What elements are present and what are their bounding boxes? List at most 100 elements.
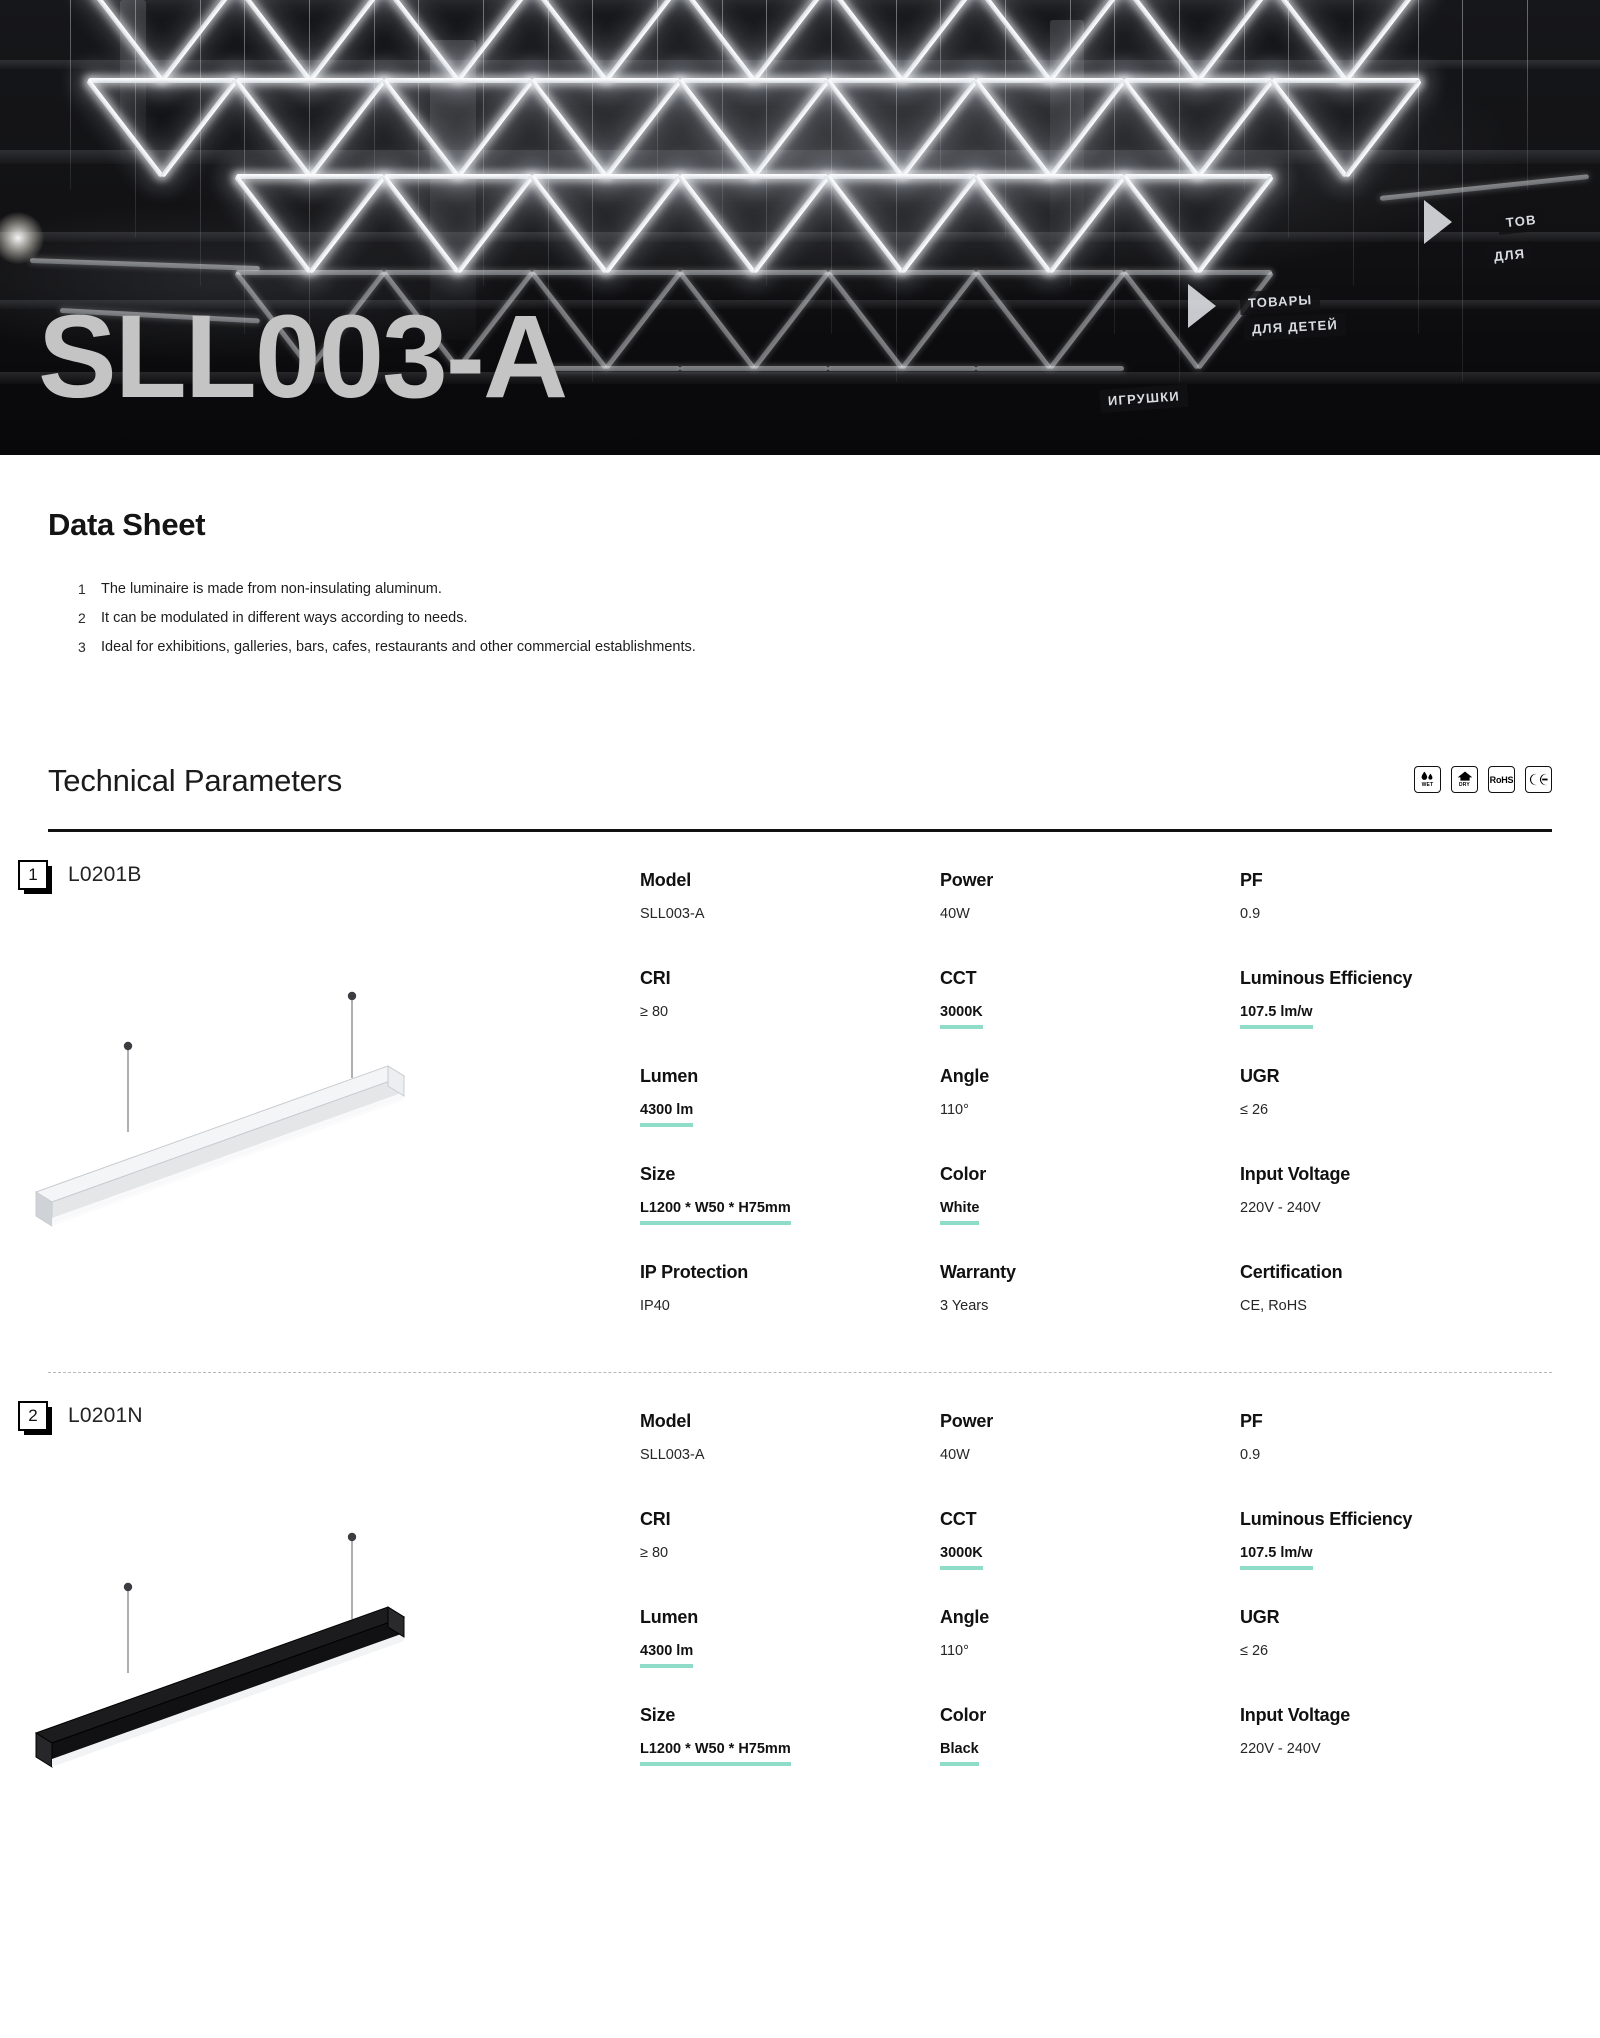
spec-label: Size [640,1705,676,1725]
spec-cell-warranty: Warranty 3 Years [940,1262,1240,1332]
suspension-wire [1527,0,1528,190]
spec-label: Model [640,870,691,890]
data-sheet-section: Data Sheet 1 The luminaire is made from … [0,455,1600,655]
suspension-wire [1353,0,1354,286]
technical-parameters-header: Technical Parameters WET DRY RoHS [48,763,1552,799]
spec-value: ≤ 26 [1240,1643,1269,1659]
spec-label: Power [940,1411,994,1431]
linear-light-tube [1124,174,1272,179]
data-sheet-point-number: 3 [78,639,86,655]
spec-label: Color [940,1705,986,1725]
datasheet-page: ТОВАРЫ ДЛЯ ДЕТЕЙ ИГРУШКИ ТОВ ДЛЯ SLL003-A Da… [0,0,1600,2038]
data-sheet-heading: Data Sheet [48,507,206,542]
linear-light-tube [828,366,976,371]
suspension-wire [200,0,201,286]
spec-label: Lumen [640,1066,699,1086]
spec-label: CRI [640,1509,671,1529]
product-block: 1 L0201B Model SLL003-A Power 40W PF 0.9… [0,832,1600,1332]
linear-light-tube [384,270,532,275]
linear-light-tube [828,270,976,275]
spec-value: 3000K [940,1004,983,1029]
spec-label: CCT [940,1509,977,1529]
spec-cell-luminous-efficiency: Luminous Efficiency 107.5 lm/w [1240,1509,1600,1579]
spec-label: PF [1240,1411,1263,1431]
spec-cell-ugr: UGR ≤ 26 [1240,1066,1600,1136]
sign-arrow-icon [1424,200,1452,244]
product-image-wrap [0,1441,640,1771]
rohs-badge: RoHS [1488,766,1515,793]
spec-cell-ip-protection: IP Protection IP40 [640,1262,940,1332]
suspension-wire [135,0,136,238]
spec-value: SLL003-A [640,1447,705,1463]
product-image-black-linear-pendant [34,1532,406,1768]
product-code: L0201B [68,863,142,886]
spec-label: Luminous Efficiency [1240,1509,1413,1529]
spec-label: Lumen [640,1607,699,1627]
suspension-wire [1418,0,1419,334]
spec-label: PF [1240,870,1263,890]
certification-badges: WET DRY RoHS [1414,766,1552,799]
spec-cell-power: Power 40W [940,870,1240,940]
product-index-number: 1 [18,860,48,890]
linear-light-tube [680,366,828,371]
product-spec-column: Model SLL003-A Power 40W PF 0.9 CRI ≥ 80… [640,1401,1600,1775]
spec-cell-certification: Certification CE, RoHS [1240,1262,1600,1332]
spec-cell-pf: PF 0.9 [1240,870,1600,940]
product-index-badge: 2 [18,1401,52,1435]
data-sheet-point: 1 The luminaire is made from non-insulat… [48,581,1600,597]
product-index-badge: 1 [18,860,52,894]
spec-grid: Model SLL003-A Power 40W PF 0.9 CRI ≥ 80… [640,1411,1600,1775]
page-title: SLL003-A [38,291,568,423]
product-spec-column: Model SLL003-A Power 40W PF 0.9 CRI ≥ 80… [640,860,1600,1332]
linear-light-tube [236,174,384,179]
linear-light-tube [384,78,532,83]
spec-label: Model [640,1411,691,1431]
spec-cell-size: Size L1200 * W50 * H75mm [640,1164,940,1234]
linear-light-tube [976,78,1124,83]
ceiling-beam [0,232,1600,242]
product-visual-column: 2 L0201N [0,1401,640,1775]
spec-cell-model: Model SLL003-A [640,870,940,940]
spec-label: Input Voltage [1240,1164,1351,1184]
product-image-white-linear-pendant [34,991,406,1227]
spec-cell-input-voltage: Input Voltage 220V - 240V [1240,1164,1600,1234]
hero-banner: ТОВАРЫ ДЛЯ ДЕТЕЙ ИГРУШКИ ТОВ ДЛЯ SLL003-A [0,0,1600,455]
spec-label: Certification [1240,1262,1343,1282]
linear-light-tube [532,174,680,179]
spec-value: CE, RoHS [1240,1298,1307,1314]
linear-light-tube [532,270,680,275]
spec-cell-angle: Angle 110° [940,1066,1240,1136]
spec-label: CRI [640,968,671,988]
spec-cell-cct: CCT 3000K [940,1509,1240,1579]
linear-light-tube [976,366,1124,371]
spec-value: 0.9 [1240,1447,1261,1463]
fixture-top-face [34,1065,406,1203]
spec-value: 3000K [940,1545,983,1570]
spec-cell-model: Model SLL003-A [640,1411,940,1481]
spec-value: 220V - 240V [1240,1200,1321,1216]
data-sheet-point-number: 2 [78,610,86,626]
data-sheet-point: 3 Ideal for exhibitions, galleries, bars… [48,639,1600,655]
suspension-wire [548,0,549,334]
spec-value: 40W [940,906,970,922]
technical-parameters-heading: Technical Parameters [48,763,343,798]
spec-value: ≥ 80 [640,1004,669,1020]
product-index-number: 2 [18,1401,48,1431]
linear-light-tube [1124,78,1272,83]
spec-value: 0.9 [1240,906,1261,922]
spec-cell-color: Color Black [940,1705,1240,1775]
technical-parameters-section: Technical Parameters WET DRY RoHS [0,763,1600,832]
spec-label: Luminous Efficiency [1240,968,1413,988]
spec-cell-lumen: Lumen 4300 lm [640,1607,940,1677]
spec-label: Size [640,1164,676,1184]
linear-light-tube [828,78,976,83]
data-sheet-point-text: The luminaire is made from non-insulatin… [101,581,442,597]
spec-label: IP Protection [640,1262,749,1282]
cable-mount [347,991,357,1001]
spec-cell-pf: PF 0.9 [1240,1411,1600,1481]
spec-value: IP40 [640,1298,670,1314]
data-sheet-point-number: 1 [78,581,86,597]
scene-sign-товары: ТОВАРЫ [1239,287,1321,315]
suspension-wire [896,0,897,382]
cable-mount [123,1041,133,1051]
